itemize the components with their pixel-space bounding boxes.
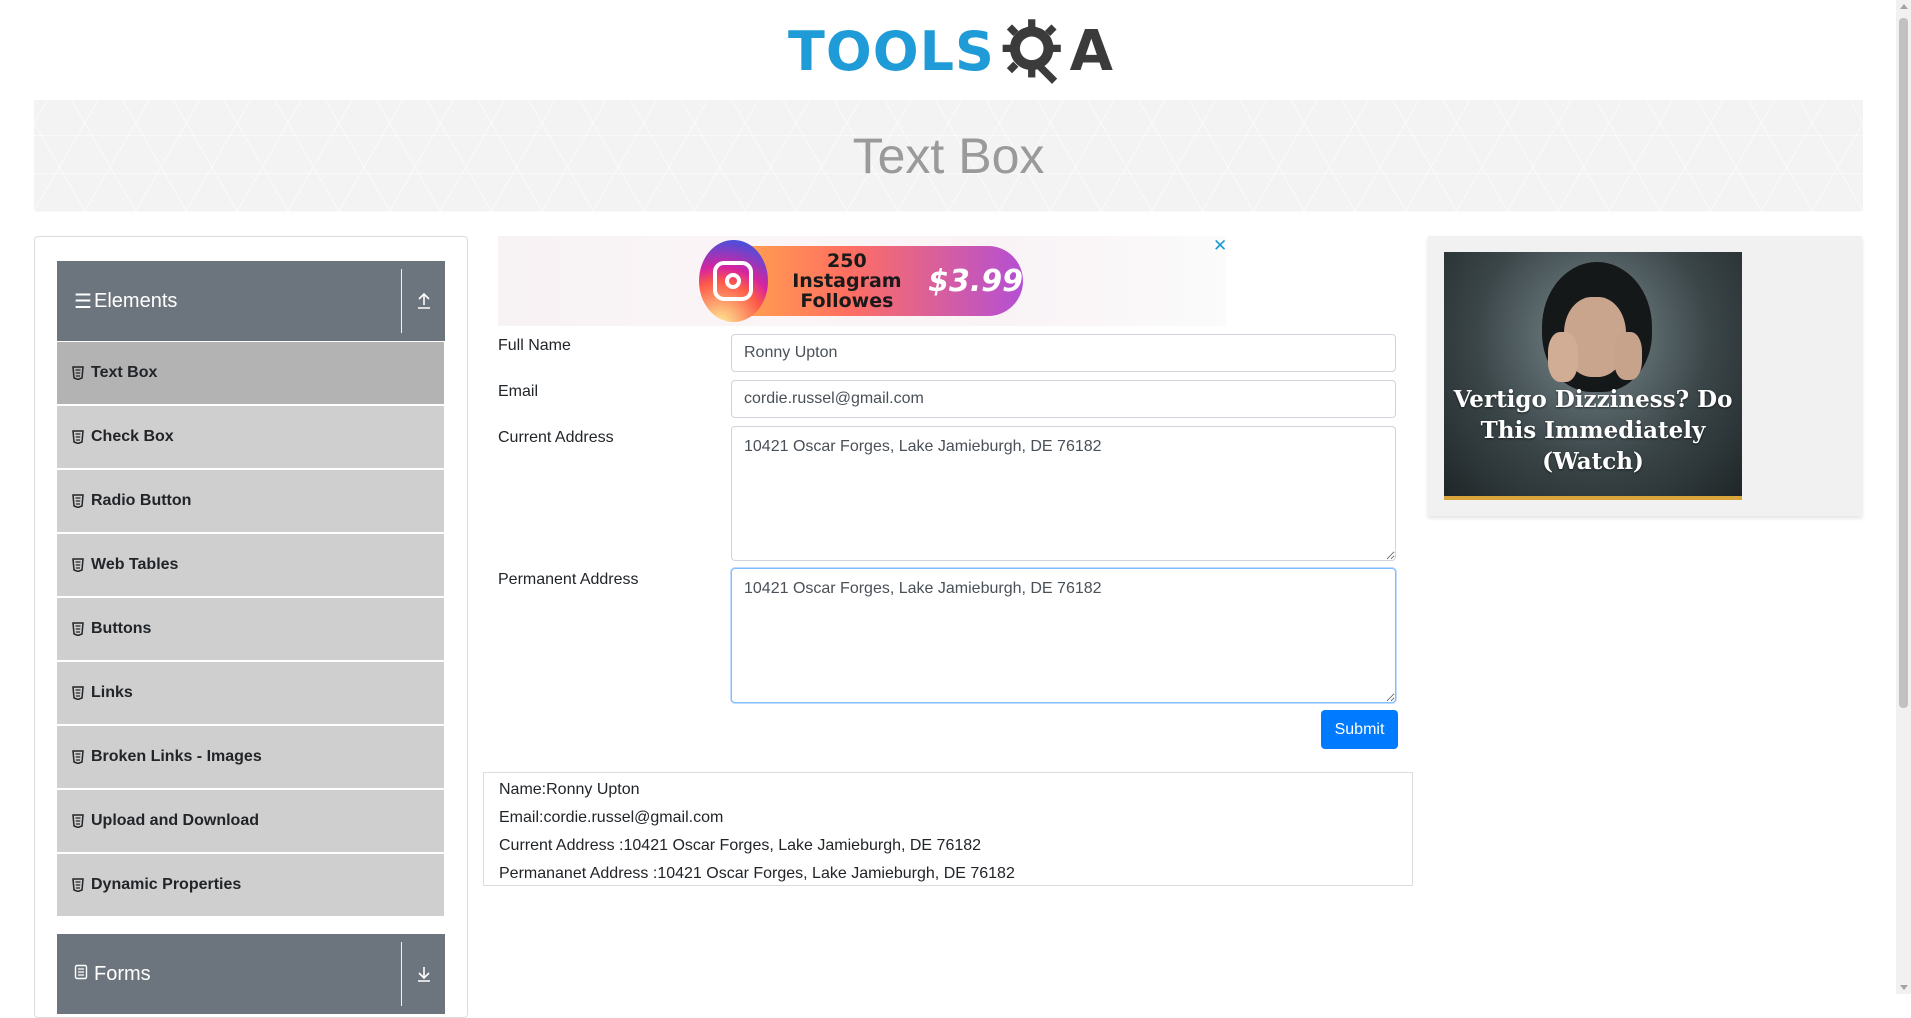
sidebar-group-label: Forms [94, 962, 151, 985]
permanent-address-label: Permanent Address [498, 571, 639, 588]
sidebar-item-label: Upload and Download [91, 812, 259, 829]
ad-headline: Vertigo Dizziness? Do This Immediately (… [1453, 386, 1733, 475]
sidebar-item-label: Links [91, 684, 133, 701]
sidebar-item-label: Text Box [91, 364, 158, 381]
sidebar-item-label: Buttons [91, 620, 152, 637]
ad-text: 250 Instagram Followes [792, 250, 902, 312]
output-permanent-address: Permananet Address :10421 Oscar Forges, … [499, 865, 1015, 882]
close-icon[interactable]: ✕ [1213, 236, 1227, 256]
submit-button[interactable]: Submit [1321, 710, 1398, 749]
page-title: Text Box [852, 128, 1045, 184]
sidebar-panel: ☰ Elements Text Box Check Box Radio Butt… [34, 236, 468, 1018]
site-logo[interactable]: TOOLS A [788, 14, 1113, 90]
sidebar-item-label: Dynamic Properties [91, 876, 242, 893]
sidebar-item-buttons[interactable]: Buttons [57, 598, 444, 660]
scroll-down-icon[interactable] [1900, 985, 1908, 990]
output-current-address: Current Address :10421 Oscar Forges, Lak… [499, 837, 982, 854]
ad-price: $3.99 [928, 263, 1023, 299]
logo-text-tools: TOOLS [788, 20, 995, 83]
scrollbar-thumb[interactable] [1899, 18, 1908, 708]
logo-text-a: A [1069, 19, 1113, 84]
output-email: Email:cordie.russel@gmail.com [499, 809, 724, 826]
output-panel: Name:Ronny Upton Email:cordie.russel@gma… [483, 772, 1413, 886]
sidebar-group-label: Elements [94, 289, 178, 312]
sidebar-group-forms[interactable]: Forms [57, 934, 445, 1014]
sidebar-group-elements[interactable]: ☰ Elements [57, 261, 445, 341]
page-scrollbar[interactable] [1896, 0, 1911, 994]
sidebar-item-label: Web Tables [91, 556, 179, 573]
ad-pill: 250 Instagram Followes $3.99 [699, 240, 1023, 322]
sidebar-item-radio-button[interactable]: Radio Button [57, 470, 444, 532]
html5-icon [72, 878, 84, 892]
html5-icon [72, 430, 84, 444]
collapse-up-icon[interactable] [402, 261, 445, 341]
current-address-label: Current Address [498, 429, 614, 446]
html5-icon [72, 366, 84, 380]
email-label: Email [498, 383, 539, 400]
sidebar-item-label: Check Box [91, 428, 174, 445]
sidebar-item-check-box[interactable]: Check Box [57, 406, 444, 468]
instagram-icon [699, 240, 768, 322]
html5-icon [72, 814, 84, 828]
hamburger-icon: ☰ [74, 290, 92, 313]
sidebar-item-upload-download[interactable]: Upload and Download [57, 790, 444, 852]
sidebar-item-broken-links[interactable]: Broken Links - Images [57, 726, 444, 788]
ad-accent-bar [1444, 496, 1742, 500]
sidebar-item-dynamic-properties[interactable]: Dynamic Properties [57, 854, 444, 916]
sidebar-item-links[interactable]: Links [57, 662, 444, 724]
html5-icon [72, 558, 84, 572]
gear-magnifier-icon [1002, 19, 1061, 84]
document-icon [74, 963, 90, 986]
html5-icon [72, 750, 84, 764]
instagram-ad-banner[interactable]: 250 Instagram Followes $3.99 ✕ [498, 236, 1227, 326]
html5-icon [72, 622, 84, 636]
email-input[interactable] [731, 380, 1396, 418]
current-address-textarea[interactable]: 10421 Oscar Forges, Lake Jamieburgh, DE … [731, 426, 1396, 561]
sidebar-item-label: Broken Links - Images [91, 748, 262, 765]
html5-icon [72, 494, 84, 508]
expand-down-icon[interactable] [402, 934, 445, 1014]
sidebar-item-label: Radio Button [91, 492, 192, 509]
sidebar-item-text-box[interactable]: Text Box [57, 342, 444, 404]
page-banner: Text Box [34, 100, 1863, 212]
sidebar-item-web-tables[interactable]: Web Tables [57, 534, 444, 596]
output-name: Name:Ronny Upton [499, 781, 640, 798]
permanent-address-textarea[interactable]: 10421 Oscar Forges, Lake Jamieburgh, DE … [731, 568, 1396, 703]
html5-icon [72, 686, 84, 700]
scroll-up-icon[interactable] [1900, 4, 1908, 9]
vertigo-ad[interactable]: Vertigo Dizziness? Do This Immediately (… [1428, 236, 1862, 516]
full-name-label: Full Name [498, 337, 571, 354]
full-name-input[interactable] [731, 334, 1396, 372]
